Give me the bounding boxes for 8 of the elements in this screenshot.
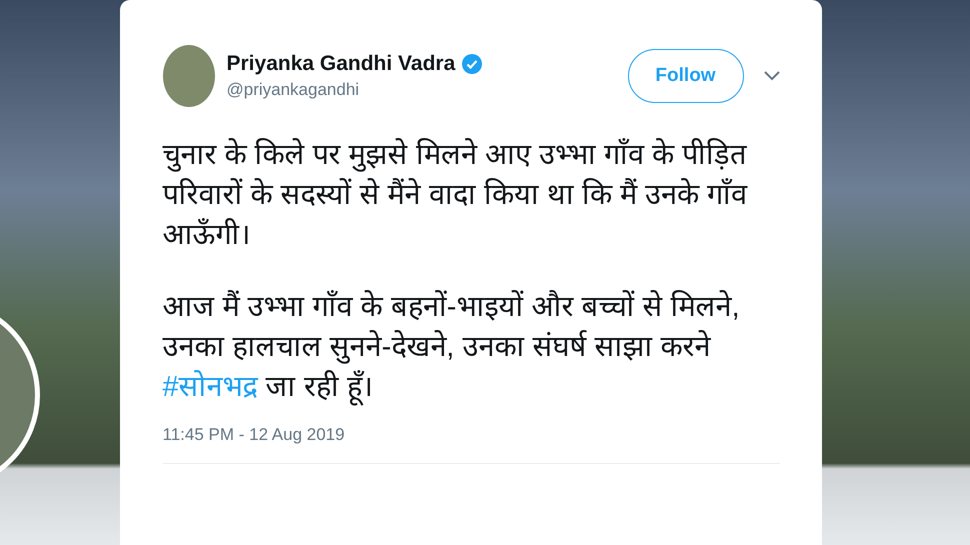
timestamp[interactable]: 11:45 PM - 12 Aug 2019 [162, 425, 780, 445]
tweet-paragraph: आज मैं उभ्भा गाँव के बहनों-भाइयों और बच्चों से मिलने, उनका हालचाल सुनने-देखने, उनका संघर्ष साझा करने #सोनभद्र जा रही हूँ। [162, 287, 780, 407]
author-handle[interactable]: @priyankagandhi [226, 80, 628, 100]
tweet-paragraph: चुनार के किले पर मुझसे मिलने आए उभ्भा गाँव के पीड़ित परिवारों के सदस्यों से मैंने वादा किया था कि मैं उनके गाँव आऊँगी। [162, 137, 748, 253]
chevron-down-icon[interactable] [764, 71, 780, 81]
hashtag-link[interactable]: #सोनभद्र [162, 371, 258, 403]
author-name[interactable]: Priyanka Gandhi Vadra [226, 52, 456, 76]
follow-button[interactable]: Follow [628, 49, 744, 103]
